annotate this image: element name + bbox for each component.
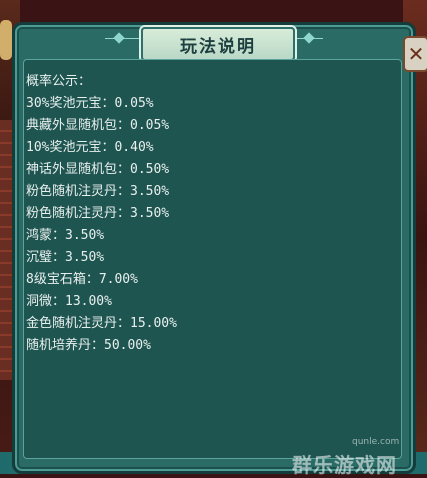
list-item: 30%奖池元宝：0.05% (26, 96, 154, 111)
list-item: 随机培养丹：50.00% (26, 338, 151, 353)
list-item: 沉璧：3.50% (26, 250, 105, 265)
list-item: 神话外显随机包：0.50% (26, 162, 170, 177)
list-item: 典藏外显随机包：0.05% (26, 118, 170, 133)
dialog-title: 玩法说明 (180, 36, 256, 57)
close-icon: ✕ (407, 42, 425, 66)
list-item: 粉色随机注灵丹：3.50% (26, 184, 170, 199)
diamond-ornament-left (113, 32, 125, 44)
list-item: 粉色随机注灵丹：3.50% (26, 206, 170, 221)
list-item: 8级宝石箱：7.00% (26, 272, 138, 287)
lantern-decoration (0, 20, 12, 60)
list-item: 鸿蒙：3.50% (26, 228, 105, 243)
close-button[interactable]: ✕ (403, 36, 427, 72)
list-item: 概率公示： (26, 74, 92, 89)
list-item: 金色随机注灵丹：15.00% (26, 316, 177, 331)
diamond-ornament-right (303, 32, 315, 44)
list-item: 洞微：13.00% (26, 294, 112, 309)
rules-dialog: 玩法说明 概率公示： 30%奖池元宝：0.05% 典藏外显随机包：0.05% 1… (12, 22, 416, 474)
probability-list: 概率公示： 30%奖池元宝：0.05% 典藏外显随机包：0.05% 10%奖池元… (23, 59, 402, 459)
list-item: 10%奖池元宝：0.40% (26, 140, 154, 155)
watermark-site: qunle.com (352, 437, 400, 447)
title-plate: 玩法说明 (141, 27, 295, 61)
